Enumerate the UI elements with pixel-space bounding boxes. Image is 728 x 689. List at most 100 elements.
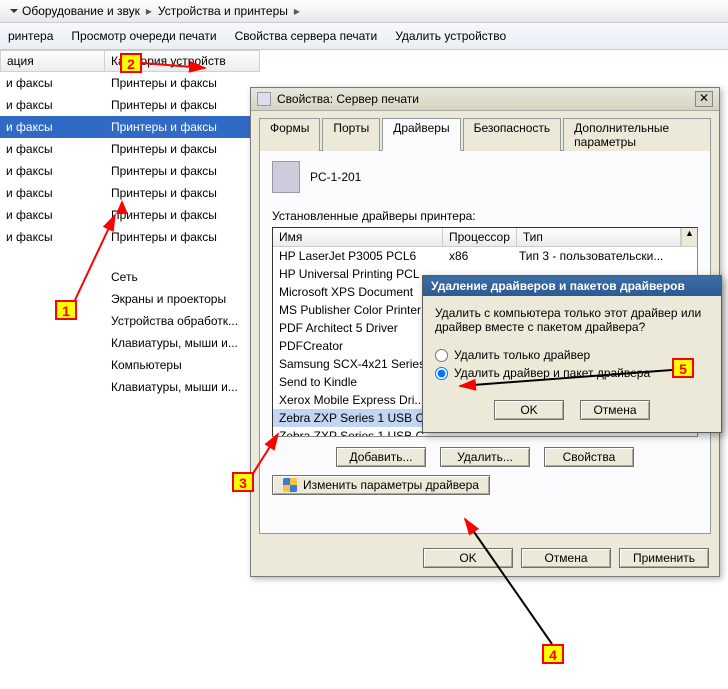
breadcrumb-dropdown-icon[interactable] bbox=[10, 9, 18, 13]
cell-category: Принтеры и факсы bbox=[105, 226, 260, 248]
cell-classification: и факсы bbox=[0, 116, 105, 138]
breadcrumb-item-2[interactable]: Устройства и принтеры bbox=[158, 4, 288, 18]
shield-icon bbox=[283, 478, 297, 492]
annotation-5: 5 bbox=[672, 358, 694, 378]
annotation-4: 4 bbox=[542, 644, 564, 664]
scroll-up-icon[interactable]: ▲ bbox=[681, 228, 697, 246]
driver-name: Microsoft XPS Document bbox=[273, 284, 443, 300]
cell-category: Сеть bbox=[105, 266, 260, 288]
driver-name: PDF Architect 5 Driver bbox=[273, 320, 443, 336]
drivers-list-label: Установленные драйверы принтера: bbox=[272, 209, 698, 223]
cmd-printer[interactable]: ринтера bbox=[8, 29, 53, 43]
confirm-title[interactable]: Удаление драйверов и пакетов драйверов bbox=[423, 276, 721, 296]
driver-properties-button[interactable]: Свойства bbox=[544, 447, 634, 467]
cell-category: Принтеры и факсы bbox=[105, 138, 260, 160]
close-icon[interactable]: ✕ bbox=[695, 91, 713, 107]
server-icon bbox=[272, 161, 300, 193]
cell-category: Принтеры и факсы bbox=[105, 116, 260, 138]
dialog-title: Свойства: Сервер печати bbox=[277, 92, 419, 106]
driver-name: Zebra ZXP Series 1 USB C bbox=[273, 428, 443, 436]
tab-безопасность[interactable]: Безопасность bbox=[463, 118, 562, 151]
cell-category: Принтеры и факсы bbox=[105, 160, 260, 182]
cmd-view-queue[interactable]: Просмотр очереди печати bbox=[71, 29, 216, 43]
confirm-text: Удалить с компьютера только этот драйвер… bbox=[435, 306, 709, 334]
cell-classification: и факсы bbox=[0, 160, 105, 182]
tab-формы[interactable]: Формы bbox=[259, 118, 320, 151]
annotation-2: 2 bbox=[120, 53, 142, 73]
cell-category: Принтеры и факсы bbox=[105, 204, 260, 226]
red-arrow-icon bbox=[116, 200, 128, 214]
col-classification[interactable]: ация bbox=[0, 50, 105, 72]
cell-category: Клавиатуры, мыши и... bbox=[105, 376, 260, 398]
dialog-footer: OK Отмена Применить bbox=[251, 542, 719, 576]
breadcrumb-sep: ▸ bbox=[294, 4, 300, 18]
cell-classification bbox=[0, 266, 105, 288]
radio-remove-driver-and-package[interactable]: Удалить драйвер и пакет драйвера bbox=[435, 366, 709, 380]
cmd-server-properties[interactable]: Свойства сервера печати bbox=[235, 29, 378, 43]
col-type[interactable]: Тип bbox=[517, 228, 681, 246]
remove-driver-confirm-dialog: Удаление драйверов и пакетов драйверов У… bbox=[422, 275, 722, 433]
tab-дополнительные параметры[interactable]: Дополнительные параметры bbox=[563, 118, 711, 151]
cancel-button[interactable]: Отмена bbox=[521, 548, 611, 568]
driver-name: Xerox Mobile Express Dri... bbox=[273, 392, 443, 408]
dialog-titlebar[interactable]: Свойства: Сервер печати ✕ bbox=[251, 88, 719, 111]
command-bar: ринтера Просмотр очереди печати Свойства… bbox=[0, 23, 728, 50]
tabs: ФормыПортыДрайверыБезопасностьДополнител… bbox=[259, 117, 711, 150]
annotation-1: 1 bbox=[55, 300, 77, 320]
cell-category: Клавиатуры, мыши и... bbox=[105, 332, 260, 354]
cell-classification bbox=[0, 310, 105, 332]
remove-driver-button[interactable]: Удалить... bbox=[440, 447, 530, 467]
list-header: ация Категория устройств bbox=[0, 50, 728, 72]
cell-classification bbox=[0, 354, 105, 376]
radio-remove-driver-only-input[interactable] bbox=[435, 349, 448, 362]
confirm-ok-button[interactable]: OK bbox=[494, 400, 564, 420]
cell-classification: и факсы bbox=[0, 204, 105, 226]
tab-порты[interactable]: Порты bbox=[322, 118, 380, 151]
driver-name: HP LaserJet P3005 PCL6 bbox=[273, 248, 443, 264]
cell-classification: и факсы bbox=[0, 182, 105, 204]
cell-classification bbox=[0, 288, 105, 310]
drivers-list-header: Имя Процессор Тип ▲ bbox=[273, 228, 697, 247]
radio-remove-driver-only[interactable]: Удалить только драйвер bbox=[435, 348, 709, 362]
driver-name: PDFCreator bbox=[273, 338, 443, 354]
radio2-label: Удалить драйвер и пакет драйвера bbox=[454, 366, 650, 380]
dialog-icon bbox=[257, 92, 271, 106]
cell-category: Устройства обработк... bbox=[105, 310, 260, 332]
ok-button[interactable]: OK bbox=[423, 548, 513, 568]
cell-classification bbox=[0, 332, 105, 354]
cell-classification: и факсы bbox=[0, 94, 105, 116]
cell-category: Экраны и проекторы bbox=[105, 288, 260, 310]
server-name: PC-1-201 bbox=[310, 170, 361, 184]
cell-classification: и факсы bbox=[0, 72, 105, 94]
driver-name: HP Universal Printing PCL bbox=[273, 266, 443, 282]
driver-name: Zebra ZXP Series 1 USB C bbox=[273, 410, 443, 426]
col-processor[interactable]: Процессор bbox=[443, 228, 517, 246]
cmd-remove-device[interactable]: Удалить устройство bbox=[395, 29, 506, 43]
add-driver-button[interactable]: Добавить... bbox=[336, 447, 426, 467]
change-driver-params-label: Изменить параметры драйвера bbox=[303, 478, 479, 492]
col-name[interactable]: Имя bbox=[273, 228, 443, 246]
cell-category: Принтеры и факсы bbox=[105, 72, 260, 94]
breadcrumb-item-1[interactable]: Оборудование и звук bbox=[22, 4, 140, 18]
cell-classification: и факсы bbox=[0, 138, 105, 160]
driver-type: Тип 3 - пользовательски... bbox=[513, 248, 697, 264]
cell-classification: и факсы bbox=[0, 226, 105, 248]
breadcrumb-sep: ▸ bbox=[146, 4, 152, 18]
driver-name: Send to Kindle bbox=[273, 374, 443, 390]
confirm-cancel-button[interactable]: Отмена bbox=[580, 400, 650, 420]
driver-name: MS Publisher Color Printer bbox=[273, 302, 443, 318]
cell-classification bbox=[0, 376, 105, 398]
cell-category: Принтеры и факсы bbox=[105, 182, 260, 204]
radio1-label: Удалить только драйвер bbox=[454, 348, 590, 362]
cell-category: Компьютеры bbox=[105, 354, 260, 376]
change-driver-params-button[interactable]: Изменить параметры драйвера bbox=[272, 475, 490, 495]
radio-remove-driver-and-package-input[interactable] bbox=[435, 367, 448, 380]
tab-драйверы[interactable]: Драйверы bbox=[382, 118, 460, 151]
driver-name: Samsung SCX-4x21 Series bbox=[273, 356, 443, 372]
apply-button[interactable]: Применить bbox=[619, 548, 709, 568]
driver-processor: x86 bbox=[443, 248, 513, 264]
breadcrumb-bar: Оборудование и звук ▸ Устройства и принт… bbox=[0, 0, 728, 23]
annotation-3: 3 bbox=[232, 472, 254, 492]
driver-row[interactable]: HP LaserJet P3005 PCL6x86Тип 3 - пользов… bbox=[273, 247, 697, 265]
cell-category: Принтеры и факсы bbox=[105, 94, 260, 116]
